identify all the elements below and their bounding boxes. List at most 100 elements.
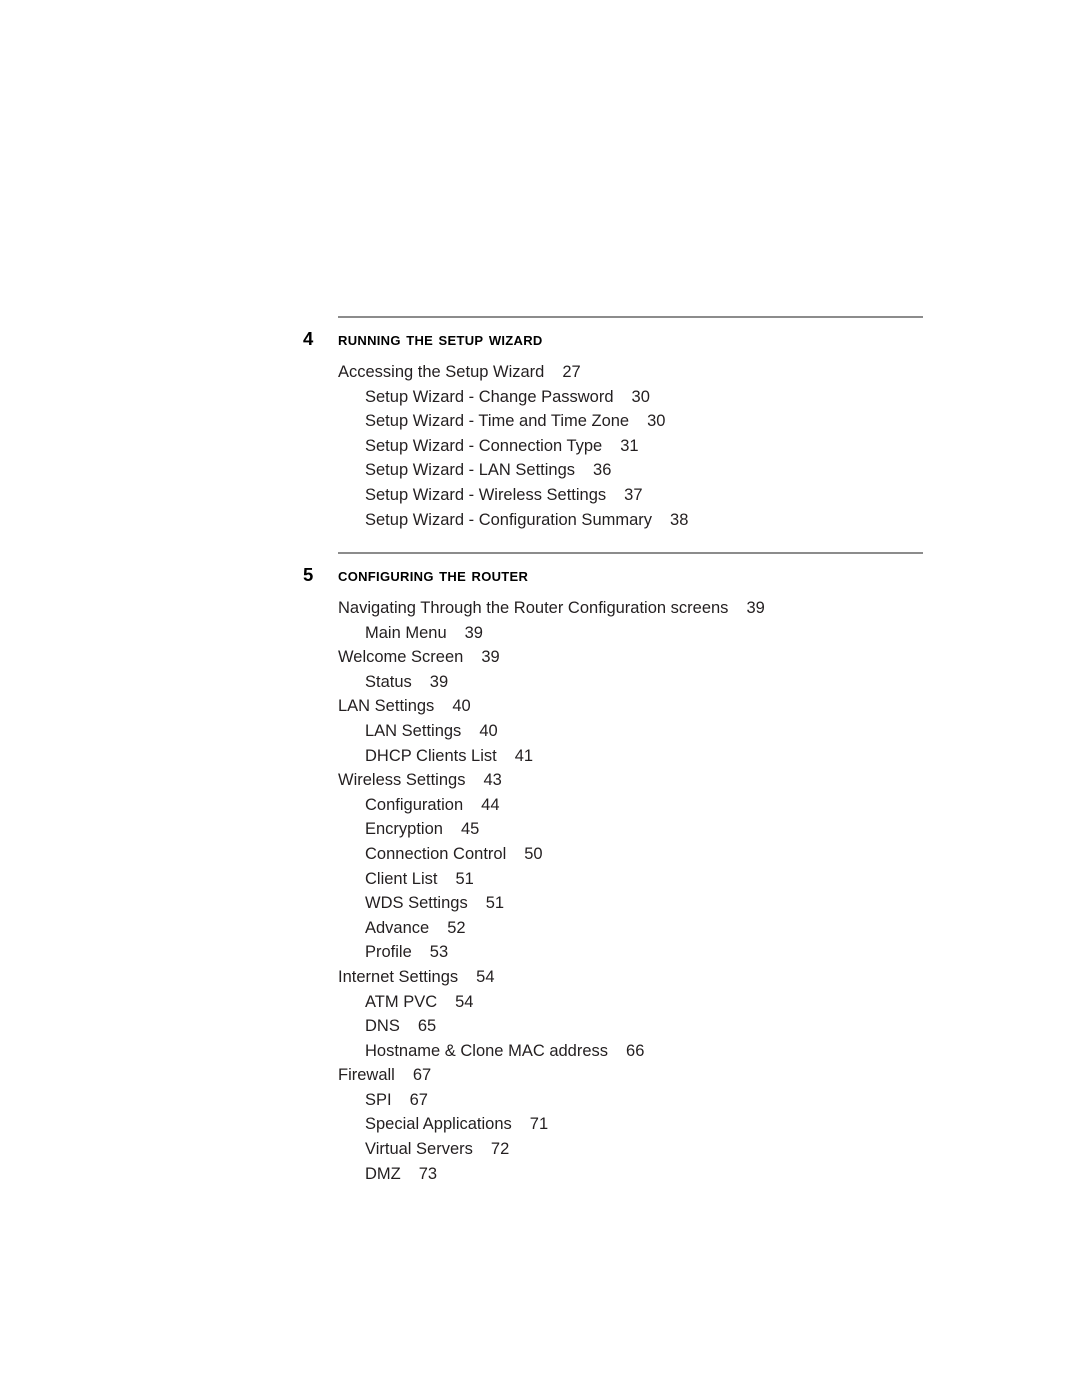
toc-entry-page-number: 67 (409, 1090, 428, 1109)
toc-entry-title: DHCP Clients List (365, 746, 497, 765)
toc-entry-page-number: 51 (455, 869, 474, 888)
toc-entry-page-number: 43 (483, 771, 502, 790)
toc-entry[interactable]: Virtual Servers 72 (338, 1137, 938, 1162)
toc-entry[interactable]: Wireless Settings 43 (338, 768, 938, 793)
toc-entry-title: Special Applications (365, 1115, 512, 1134)
toc-entry[interactable]: Setup Wizard - Connection Type 31 (338, 434, 938, 459)
toc-entry-title: Wireless Settings (338, 771, 466, 790)
toc-entry-title: Setup Wizard - LAN Settings (365, 461, 576, 480)
toc-entry-title: Setup Wizard - Configuration Summary (365, 510, 653, 529)
toc-entry[interactable]: LAN Settings 40 (338, 719, 938, 744)
toc-entry[interactable]: Main Menu 39 (338, 621, 938, 646)
toc-entry-page-number: 50 (524, 844, 543, 863)
chapter-number: 5 (303, 564, 314, 585)
toc-entry[interactable]: Firewall 67 (338, 1063, 938, 1088)
chapter-block-4: 4 Running the Setup Wizard Accessing the… (303, 316, 943, 529)
toc-entry[interactable]: Advance 52 (338, 916, 938, 941)
toc-entry[interactable]: Welcome Screen 39 (338, 645, 938, 670)
toc-entry-page-number: 45 (460, 820, 480, 839)
toc-entry-title: ATM PVC (365, 992, 438, 1011)
toc-entry[interactable]: Configuration 44 (338, 793, 938, 818)
toc-entry-page-number: 54 (455, 992, 474, 1011)
toc-entry-page-number: 51 (485, 894, 505, 913)
toc-entry[interactable]: Connection Control 50 (338, 842, 938, 867)
toc-entry-page-number: 39 (746, 599, 765, 617)
chapter-title: Running the Setup Wizard (338, 328, 543, 349)
toc-entry[interactable]: Setup Wizard - Configuration Summary 38 (338, 508, 938, 533)
toc-entry[interactable]: Profile 53 (338, 940, 938, 965)
toc-entry[interactable]: Encryption 45 (338, 817, 938, 842)
toc-entry-list-chapter-4: Accessing the Setup Wizard 27 Setup Wizard… (338, 360, 938, 532)
toc-entry-title: Setup Wizard - Change Password (365, 387, 614, 406)
toc-entry[interactable]: ATM PVC 54 (338, 990, 938, 1015)
toc-entry-title: Profile (365, 943, 412, 962)
chapter-block-5: 5 Configuring the Router Navigating Thro… (303, 552, 943, 1183)
toc-entry-page-number: 38 (670, 510, 689, 529)
toc-entry[interactable]: Setup Wizard - LAN Settings 36 (338, 458, 938, 483)
toc-entry[interactable]: DMZ 73 (338, 1162, 938, 1187)
toc-entry-page-number: 65 (417, 1017, 437, 1036)
chapter-title: Configuring the Router (338, 564, 529, 585)
toc-entry-title: LAN Settings (338, 697, 435, 716)
toc-entry-title: Navigating Through the Router Configurat… (338, 599, 729, 617)
toc-entry[interactable]: Setup Wizard - Time and Time Zone 30 (338, 409, 938, 434)
toc-entry-title: Status (365, 672, 412, 691)
toc-entry-title: Virtual Servers (365, 1140, 473, 1159)
toc-entry-title: Setup Wizard - Wireless Settings (365, 485, 607, 504)
toc-entry-page-number: 39 (481, 648, 500, 667)
toc-entry-page-number: 39 (464, 623, 483, 642)
toc-entry-title: Accessing the Setup Wizard (338, 363, 545, 381)
chapter-number: 4 (303, 328, 314, 349)
toc-entry-page-number: 39 (429, 672, 449, 691)
toc-entry-title: WDS Settings (365, 894, 468, 913)
toc-entry-page-number: 67 (412, 1066, 432, 1085)
toc-entry-title: SPI (365, 1090, 392, 1109)
toc-entry-page-number: 30 (647, 412, 666, 431)
toc-entry-title: Setup Wizard - Connection Type (365, 436, 603, 455)
toc-entry-page-number: 52 (447, 918, 466, 937)
toc-entry-page-number: 54 (476, 967, 495, 986)
toc-entry-title: Advance (365, 918, 430, 937)
toc-entry-page-number: 36 (593, 461, 612, 480)
toc-entry-page-number: 31 (620, 436, 639, 455)
toc-entry-title: LAN Settings (365, 721, 462, 740)
toc-entry-page-number: 44 (481, 795, 500, 814)
toc-entry-page-number: 73 (418, 1164, 438, 1183)
toc-entry[interactable]: Hostname & Clone MAC address 66 (338, 1039, 938, 1064)
toc-entry[interactable]: DHCP Clients List 41 (338, 744, 938, 769)
toc-entry[interactable]: Accessing the Setup Wizard 27 (338, 360, 938, 385)
toc-entry-page-number: 40 (479, 721, 498, 740)
toc-entry-title: Welcome Screen (338, 648, 464, 667)
toc-entry-page-number: 27 (562, 363, 581, 381)
toc-entry[interactable]: Setup Wizard - Change Password 30 (338, 385, 938, 410)
toc-entry[interactable]: LAN Settings 40 (338, 694, 938, 719)
toc-entry-title: Main Menu (365, 623, 447, 642)
toc-entry[interactable]: WDS Settings 51 (338, 891, 938, 916)
toc-entry[interactable]: DNS 65 (338, 1014, 938, 1039)
toc-entry-page-number: 53 (429, 943, 449, 962)
toc-entry-title: Setup Wizard - Time and Time Zone (365, 412, 630, 431)
toc-entry[interactable]: Status 39 (338, 670, 938, 695)
toc-entry-page-number: 72 (490, 1140, 510, 1159)
toc-entry-title: Hostname & Clone MAC address (365, 1041, 609, 1060)
toc-entry-page-number: 71 (529, 1115, 549, 1134)
toc-entry[interactable]: Internet Settings 54 (338, 965, 938, 990)
toc-entry-title: DNS (365, 1017, 400, 1036)
chapter-heading: 5 Configuring the Router (303, 552, 943, 591)
toc-entry[interactable]: Client List 51 (338, 867, 938, 892)
toc-entry-title: DMZ (365, 1164, 401, 1183)
toc-page: 4 Running the Setup Wizard Accessing the… (0, 0, 1080, 1397)
toc-entry-page-number: 41 (514, 746, 534, 765)
toc-entry-title: Client List (365, 869, 438, 888)
toc-entry-page-number: 40 (452, 697, 471, 716)
toc-entry[interactable]: Setup Wizard - Wireless Settings 37 (338, 483, 938, 508)
toc-entry[interactable]: SPI 67 (338, 1088, 938, 1113)
toc-entry[interactable]: Navigating Through the Router Configurat… (338, 596, 938, 621)
toc-entry-page-number: 30 (631, 387, 650, 406)
toc-entry-page-number: 37 (624, 485, 643, 504)
toc-entry-title: Internet Settings (338, 967, 459, 986)
toc-entry[interactable]: Special Applications 71 (338, 1112, 938, 1137)
chapter-heading: 4 Running the Setup Wizard (303, 316, 943, 355)
toc-entry-title: Configuration (365, 795, 464, 814)
toc-entry-page-number: 66 (626, 1041, 645, 1060)
